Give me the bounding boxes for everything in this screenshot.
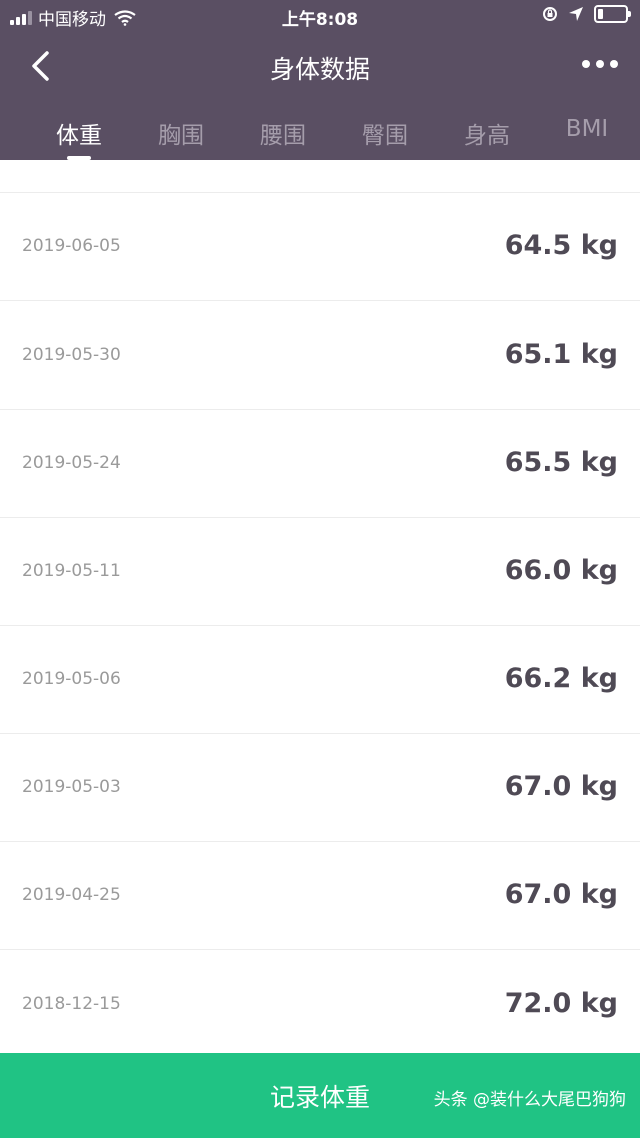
- list-item[interactable]: 2019-05-06 66.2 kg: [0, 625, 640, 734]
- tab-hip[interactable]: 臀围: [335, 116, 435, 150]
- record-date: 2019-06-05: [22, 236, 121, 256]
- record-weight: 65.1 kg: [504, 339, 618, 370]
- tab-height[interactable]: 身高: [437, 116, 537, 150]
- tab-waist[interactable]: 腰围: [233, 116, 333, 150]
- record-weight: 67.0 kg: [504, 879, 618, 910]
- record-weight-label: 记录体重: [269, 1082, 370, 1112]
- tab-weight[interactable]: 体重: [29, 116, 129, 150]
- record-date: 2019-04-25: [22, 885, 121, 905]
- list-item[interactable]: 2019-05-11 66.0 kg: [0, 517, 640, 626]
- tab-bar: 体重 胸围 腰围 臀围 身高 BMI: [0, 98, 640, 160]
- tab-chest[interactable]: 胸围: [131, 116, 231, 150]
- header: 中国移动 上午8:08 身体数据 体重 胸围 腰围 臀围 身高 BMI: [0, 0, 640, 160]
- record-date: 2019-05-03: [22, 777, 121, 797]
- list-partial-row: [0, 160, 640, 193]
- record-weight: 65.5 kg: [504, 447, 618, 478]
- record-date: 2018-12-15: [22, 994, 121, 1014]
- page-title: 身体数据: [269, 55, 370, 84]
- record-weight: 66.2 kg: [504, 663, 618, 694]
- list-item[interactable]: 2018-12-15 72.0 kg: [0, 950, 640, 1053]
- list-item[interactable]: 2019-05-30 65.1 kg: [0, 301, 640, 410]
- record-date: 2019-05-30: [22, 345, 121, 365]
- record-weight: 67.0 kg: [504, 771, 618, 802]
- list-item[interactable]: 2019-05-03 67.0 kg: [0, 733, 640, 842]
- list-item[interactable]: 2019-06-05 64.5 kg: [0, 192, 640, 301]
- tab-bmi[interactable]: BMI: [537, 116, 637, 142]
- status-right: [542, 5, 631, 23]
- weight-record-list[interactable]: 2019-06-05 64.5 kg 2019-05-30 65.1 kg 20…: [0, 160, 640, 1053]
- record-date: 2019-05-24: [22, 453, 121, 473]
- nav-bar: 身体数据: [0, 32, 640, 98]
- list-item[interactable]: 2019-05-24 65.5 kg: [0, 409, 640, 518]
- rotation-lock-icon: [543, 7, 557, 21]
- status-bar: 中国移动 上午8:08: [0, 0, 640, 32]
- record-weight: 64.5 kg: [504, 230, 618, 261]
- record-weight: 66.0 kg: [504, 555, 618, 586]
- watermark: 头条 @装什么大尾巴狗狗: [433, 1090, 626, 1110]
- record-date: 2019-05-11: [22, 561, 121, 581]
- more-dot-icon: [610, 60, 618, 68]
- location-icon: [569, 7, 583, 21]
- more-dot-icon: [596, 60, 604, 68]
- record-date: 2019-05-06: [22, 669, 121, 689]
- list-item[interactable]: 2019-04-25 67.0 kg: [0, 841, 640, 950]
- record-weight: 72.0 kg: [504, 988, 618, 1019]
- more-button[interactable]: [578, 54, 618, 74]
- battery-icon: [594, 5, 631, 23]
- more-dot-icon: [582, 60, 590, 68]
